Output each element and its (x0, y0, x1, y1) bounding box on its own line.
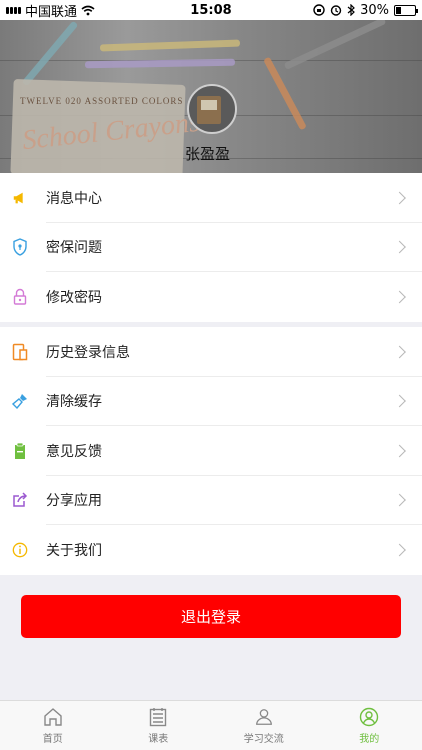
bluetooth-icon (347, 4, 355, 16)
menu-item-label: 历史登录信息 (46, 344, 130, 361)
menu-item-feedback[interactable]: 意见反馈 (0, 426, 422, 476)
chevron-right-icon (393, 345, 406, 359)
menu-item-label: 清除缓存 (46, 394, 102, 411)
menu-item-clear-cache[interactable]: 清除缓存 (0, 377, 422, 426)
username: 张盈盈 (185, 145, 231, 163)
info-icon (12, 542, 28, 558)
chevron-right-icon (393, 240, 406, 254)
rotation-lock-icon (313, 4, 325, 16)
chevron-right-icon (393, 444, 406, 458)
profile-header: TWELVE 020 ASSORTED COLORS School Crayon… (0, 20, 422, 173)
menu-item-label: 消息中心 (46, 190, 102, 207)
tab-schedule[interactable]: 课表 (106, 701, 212, 750)
tab-community[interactable]: 学习交流 (211, 701, 317, 750)
chevron-right-icon (393, 394, 406, 408)
avatar[interactable] (187, 84, 237, 134)
chevron-right-icon (393, 543, 406, 557)
menu-item-share-app[interactable]: 分享应用 (0, 476, 422, 525)
pencil-decoration (283, 20, 387, 70)
chevron-right-icon (393, 191, 406, 205)
tab-label: 首页 (42, 733, 63, 745)
menu-item-login-history[interactable]: 历史登录信息 (0, 327, 422, 377)
community-icon (254, 707, 274, 727)
logout-button[interactable]: 退出登录 (21, 595, 401, 638)
tab-label: 学习交流 (243, 733, 284, 745)
clock: 15:08 (190, 2, 232, 18)
menu-item-security-question[interactable]: 密保问题 (0, 223, 422, 272)
menu-group-account: 消息中心 密保问题 修改密码 (0, 173, 422, 322)
alarm-icon (330, 5, 342, 16)
chevron-right-icon (393, 290, 406, 304)
tab-label: 课表 (148, 733, 169, 745)
menu-item-label: 分享应用 (46, 493, 102, 510)
menu-item-label: 密保问题 (46, 240, 102, 257)
status-right: 30% (313, 2, 418, 18)
history-icon (12, 343, 28, 360)
crayon-box-label: TWELVE 020 ASSORTED COLORS (20, 96, 184, 106)
pencil-decoration (84, 58, 236, 69)
pencil-decoration (99, 39, 241, 52)
tab-profile[interactable]: 我的 (317, 701, 422, 750)
menu-item-change-password[interactable]: 修改密码 (0, 272, 422, 322)
share-icon (12, 492, 28, 508)
status-bar: 中国联通 15:08 30% (0, 0, 422, 20)
menu-group-settings: 历史登录信息 清除缓存 意见反馈 分享应用 关于我们 (0, 327, 422, 575)
pencil-decoration (21, 20, 79, 87)
menu-item-label: 修改密码 (46, 289, 102, 306)
broom-icon (12, 393, 28, 410)
menu-item-label: 意见反馈 (46, 443, 102, 460)
battery-percent: 30% (360, 2, 389, 18)
menu-item-label: 关于我们 (46, 542, 102, 559)
signal-icon (6, 6, 21, 14)
chevron-right-icon (393, 493, 406, 507)
tab-label: 我的 (359, 733, 380, 745)
menu-item-about-us[interactable]: 关于我们 (0, 525, 422, 575)
tab-home[interactable]: 首页 (0, 701, 106, 750)
profile-icon (359, 707, 379, 727)
tab-bar: 首页 课表 学习交流 我的 (0, 700, 422, 750)
home-icon (43, 707, 63, 727)
feedback-icon (12, 442, 28, 459)
schedule-icon (148, 707, 168, 727)
lock-icon (12, 289, 28, 305)
menu-item-messages[interactable]: 消息中心 (0, 173, 422, 223)
wifi-icon (81, 5, 95, 15)
shield-icon (12, 238, 28, 256)
battery-icon (394, 4, 418, 16)
megaphone-icon (12, 190, 28, 206)
status-left: 中国联通 (6, 1, 95, 20)
carrier-label: 中国联通 (25, 4, 78, 20)
